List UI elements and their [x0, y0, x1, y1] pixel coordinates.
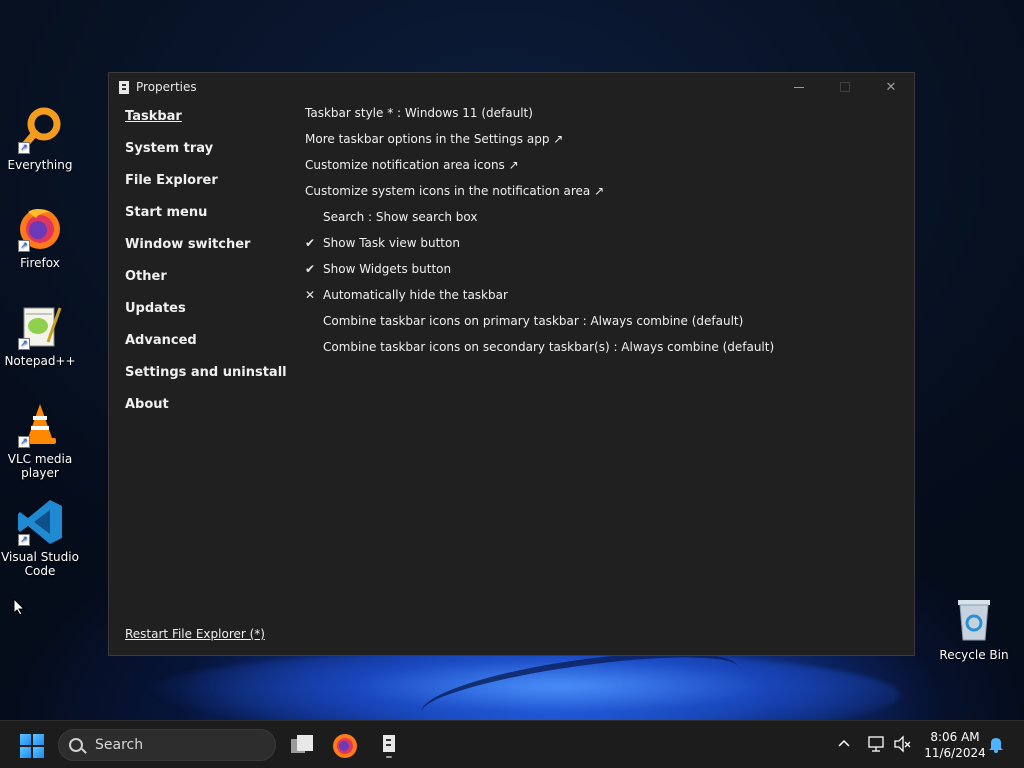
nav-item-advanced[interactable]: Advanced: [125, 333, 287, 365]
desktop-icon-everything[interactable]: ↗ Everything: [0, 106, 80, 172]
option-settings-app-link[interactable]: More taskbar options in the Settings app…: [305, 132, 774, 158]
check-icon: ✔: [305, 236, 316, 250]
taskbar-clock[interactable]: 8:06 AM 11/6/2024: [920, 729, 990, 761]
task-view-icon: [291, 735, 313, 753]
desktop-icon-label: Everything: [7, 158, 73, 172]
nav-item-updates[interactable]: Updates: [125, 301, 287, 333]
option-system-icons-link[interactable]: Customize system icons in the notificati…: [305, 184, 774, 210]
notepadpp-icon: ↗: [16, 302, 64, 350]
nav-item-settings-uninstall[interactable]: Settings and uninstall: [125, 365, 287, 397]
title-bar[interactable]: Properties ✕: [109, 73, 914, 101]
taskbar-firefox[interactable]: [331, 731, 359, 759]
vscode-icon: ↗: [16, 498, 64, 546]
network-button[interactable]: [867, 735, 887, 756]
check-icon: ✔: [305, 262, 316, 276]
option-auto-hide[interactable]: ✕ Automatically hide the taskbar: [305, 288, 774, 314]
sidebar-nav: Taskbar System tray File Explorer Start …: [125, 109, 287, 429]
option-task-view[interactable]: ✔ Show Task view button: [305, 236, 774, 262]
option-notification-icons-link[interactable]: Customize notification area icons ↗: [305, 158, 774, 184]
shortcut-arrow-icon: ↗: [18, 534, 30, 546]
windows-logo-icon: [20, 734, 31, 745]
restart-explorer-link[interactable]: Restart File Explorer (*): [125, 627, 265, 641]
taskbar-properties-app[interactable]: [375, 731, 403, 759]
maximize-icon: [840, 82, 850, 92]
properties-window: Properties ✕ Taskbar System tray File Ex…: [108, 72, 915, 656]
option-label: Customize notification area icons ↗: [305, 158, 519, 172]
desktop-icon-notepadpp[interactable]: ↗ Notepad++: [0, 302, 80, 368]
desktop-icon-recycle-bin[interactable]: Recycle Bin: [934, 596, 1014, 662]
nav-item-file-explorer[interactable]: File Explorer: [125, 173, 287, 205]
option-label: More taskbar options in the Settings app…: [305, 132, 564, 146]
option-taskbar-style[interactable]: Taskbar style * : Windows 11 (default): [305, 106, 774, 132]
cross-icon: ✕: [305, 288, 316, 302]
properties-app-icon: [383, 735, 395, 758]
close-button[interactable]: ✕: [868, 73, 914, 101]
volume-button[interactable]: [893, 735, 913, 756]
window-controls: ✕: [776, 73, 914, 101]
options-panel: Taskbar style * : Windows 11 (default) M…: [305, 106, 774, 366]
desktop-icon-label: VLC media player: [7, 452, 73, 480]
nav-item-other[interactable]: Other: [125, 269, 287, 301]
maximize-button[interactable]: [822, 73, 868, 101]
nav-item-system-tray[interactable]: System tray: [125, 141, 287, 173]
show-hidden-icons-button[interactable]: [836, 735, 852, 754]
clock-date: 11/6/2024: [924, 746, 986, 760]
chevron-up-icon: [838, 739, 850, 747]
nav-item-about[interactable]: About: [125, 397, 287, 429]
vlc-icon: ↗: [16, 400, 64, 448]
desktop-icon-label: Notepad++: [4, 354, 76, 368]
taskbar-task-view[interactable]: [288, 731, 316, 759]
option-label: Show Widgets button: [323, 262, 452, 276]
notifications-button[interactable]: [988, 735, 1004, 756]
nav-item-taskbar[interactable]: Taskbar: [125, 109, 287, 141]
taskbar-search-box[interactable]: Search: [58, 729, 276, 761]
window-title: Properties: [136, 80, 197, 94]
option-label: Search : Show search box: [323, 210, 478, 224]
option-label: Customize system icons in the notificati…: [305, 184, 605, 198]
desktop-icon-label: Visual Studio Code: [1, 550, 79, 578]
desktop-icon-label: Recycle Bin: [939, 648, 1009, 662]
firefox-icon: [333, 734, 357, 758]
close-icon: ✕: [885, 79, 897, 95]
volume-muted-icon: [894, 735, 911, 753]
minimize-button[interactable]: [776, 73, 822, 101]
shortcut-arrow-icon: ↗: [18, 338, 30, 350]
bell-icon: [989, 738, 1003, 753]
minimize-icon: [794, 86, 804, 88]
recycle-bin-icon: [950, 596, 998, 644]
option-widgets[interactable]: ✔ Show Widgets button: [305, 262, 774, 288]
option-search[interactable]: Search : Show search box: [305, 210, 774, 236]
desktop-icon-vlc[interactable]: ↗ VLC media player: [0, 400, 80, 480]
search-label: Search: [95, 737, 144, 753]
desktop-icon-label: Firefox: [20, 256, 60, 270]
taskbar: Search 8:06 AM 11/6/2024: [0, 720, 1024, 768]
option-label: Show Task view button: [323, 236, 460, 250]
option-combine-primary[interactable]: Combine taskbar icons on primary taskbar…: [305, 314, 774, 340]
option-combine-secondary[interactable]: Combine taskbar icons on secondary taskb…: [305, 340, 774, 366]
nav-item-window-switcher[interactable]: Window switcher: [125, 237, 287, 269]
shortcut-arrow-icon: ↗: [18, 142, 30, 154]
shortcut-arrow-icon: ↗: [18, 240, 30, 252]
option-label: Automatically hide the taskbar: [323, 288, 508, 302]
option-label: Combine taskbar icons on primary taskbar…: [323, 314, 744, 328]
search-icon: [69, 738, 83, 752]
desktop-icon-vscode[interactable]: ↗ Visual Studio Code: [0, 498, 80, 578]
app-icon: [119, 80, 129, 94]
mouse-cursor-icon: [13, 597, 26, 620]
nav-item-start-menu[interactable]: Start menu: [125, 205, 287, 237]
firefox-icon: ↗: [16, 204, 64, 252]
everything-icon: ↗: [16, 106, 64, 154]
option-label: Combine taskbar icons on secondary taskb…: [323, 340, 775, 354]
option-label: Taskbar style * : Windows 11 (default): [305, 106, 533, 120]
clock-time: 8:06 AM: [930, 730, 980, 744]
shortcut-arrow-icon: ↗: [18, 436, 30, 448]
start-button[interactable]: [20, 734, 44, 758]
desktop-icon-firefox[interactable]: ↗ Firefox: [0, 204, 80, 270]
network-icon: [868, 736, 884, 752]
